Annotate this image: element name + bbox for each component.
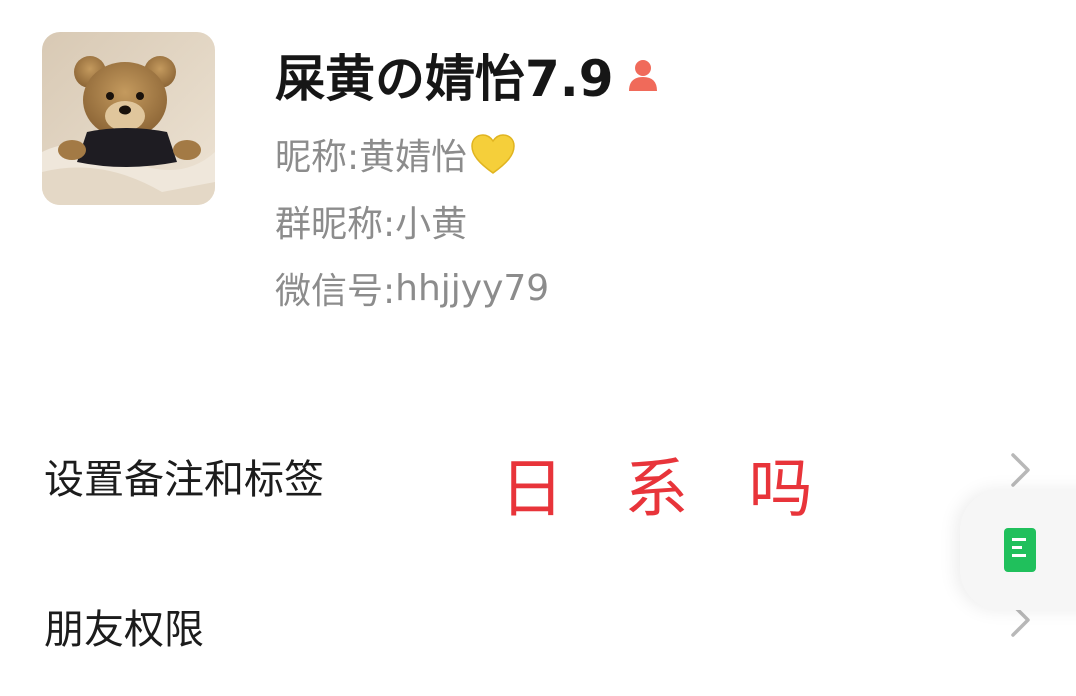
wechat-id-value: hhjjyy79 <box>395 267 550 309</box>
nickname-label: 昵称: <box>275 137 360 178</box>
document-icon <box>1004 528 1036 572</box>
group-nickname-label: 群昵称: <box>275 204 396 245</box>
display-name: 屎黄の婧怡7.9 <box>275 50 614 108</box>
contact-profile-screen: 屎黄の婧怡7.9 昵称: 黄婧怡 群昵称: 小黄 微信号: hhjjyy79 设… <box>0 0 1076 696</box>
menu-item-label: 朋友权限 <box>44 607 204 653</box>
group-nickname-line: 群昵称: 小黄 <box>275 195 467 247</box>
menu-item-friend-permissions[interactable]: 朋友权限 <box>0 565 1076 685</box>
chevron-right-icon <box>1008 450 1034 490</box>
wechat-id-label: 微信号: <box>275 271 396 312</box>
floating-document-widget[interactable] <box>960 490 1076 610</box>
profile-header: 屎黄の婧怡7.9 昵称: 黄婧怡 群昵称: 小黄 微信号: hhjjyy79 <box>0 0 1076 380</box>
avatar[interactable] <box>42 32 215 205</box>
overlay-caption: 日 系 吗 <box>500 453 833 527</box>
menu-item-label: 设置备注和标签 <box>44 457 324 503</box>
female-user-icon <box>626 57 660 93</box>
nickname-value: 黄婧怡 <box>359 137 468 178</box>
wechat-id-line: 微信号: hhjjyy79 <box>275 262 549 314</box>
nickname-line: 昵称: 黄婧怡 <box>275 128 517 180</box>
display-name-row: 屎黄の婧怡7.9 <box>275 40 660 110</box>
yellow-heart-icon <box>469 132 517 176</box>
group-nickname-value: 小黄 <box>395 204 468 245</box>
teddy-bear-avatar-image <box>42 32 215 205</box>
